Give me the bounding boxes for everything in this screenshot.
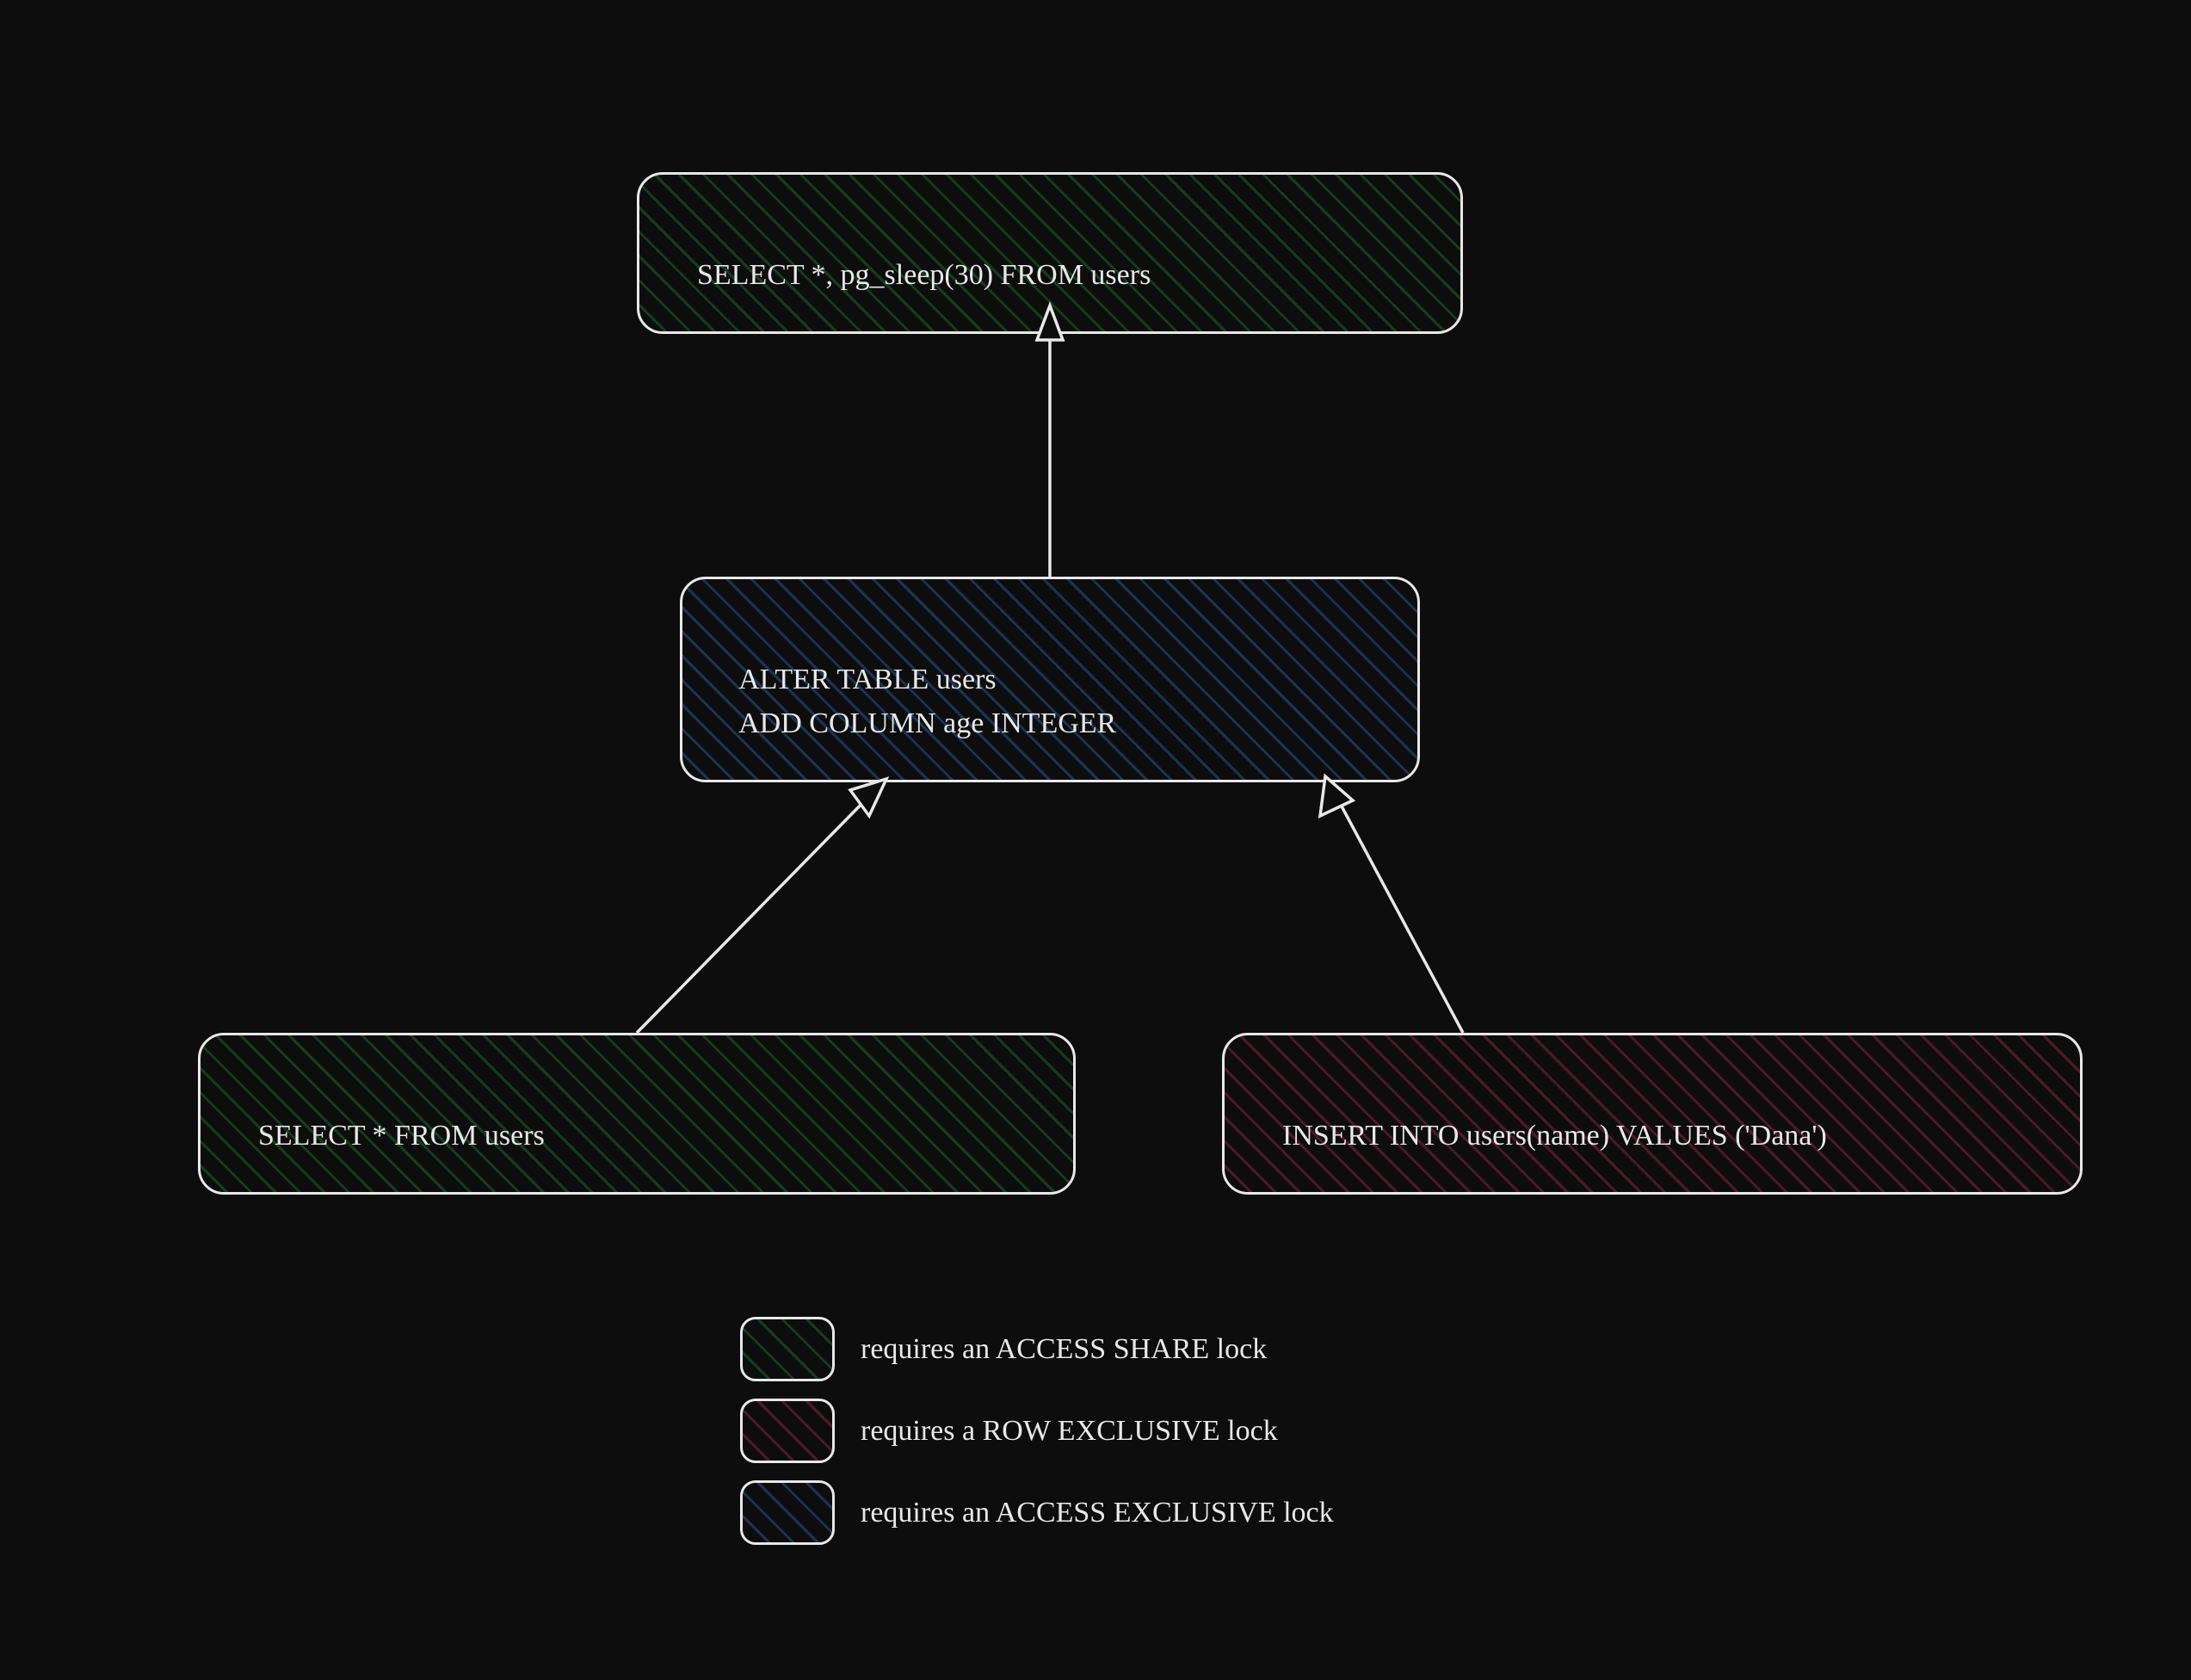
node-select-users: SELECT * FROM users — [198, 1033, 1076, 1195]
legend-row-row-exclusive: requires a ROW EXCLUSIVE lock — [740, 1399, 1334, 1463]
legend-label: requires a ROW EXCLUSIVE lock — [861, 1415, 1278, 1448]
node-text: SELECT * FROM users — [258, 1120, 545, 1152]
node-text: ALTER TABLE users ADD COLUMN age INTEGER — [725, 664, 1116, 739]
node-alter-table: ALTER TABLE users ADD COLUMN age INTEGER — [680, 577, 1420, 782]
legend-row-access-exclusive: requires an ACCESS EXCLUSIVE lock — [740, 1480, 1334, 1545]
legend-swatch-blue — [740, 1480, 835, 1545]
legend-swatch-red — [740, 1399, 835, 1463]
node-insert-users: INSERT INTO users(name) VALUES ('Dana') — [1222, 1033, 2083, 1195]
legend-label: requires an ACCESS SHARE lock — [861, 1333, 1267, 1366]
legend: requires an ACCESS SHARE lock requires a… — [740, 1317, 1334, 1562]
legend-row-access-share: requires an ACCESS SHARE lock — [740, 1317, 1334, 1381]
legend-label: requires an ACCESS EXCLUSIVE lock — [861, 1497, 1334, 1529]
legend-swatch-green — [740, 1317, 835, 1381]
node-select-sleep: SELECT *, pg_sleep(30) FROM users — [637, 172, 1463, 334]
node-text: INSERT INTO users(name) VALUES ('Dana') — [1282, 1120, 1827, 1152]
node-text: SELECT *, pg_sleep(30) FROM users — [697, 259, 1151, 291]
